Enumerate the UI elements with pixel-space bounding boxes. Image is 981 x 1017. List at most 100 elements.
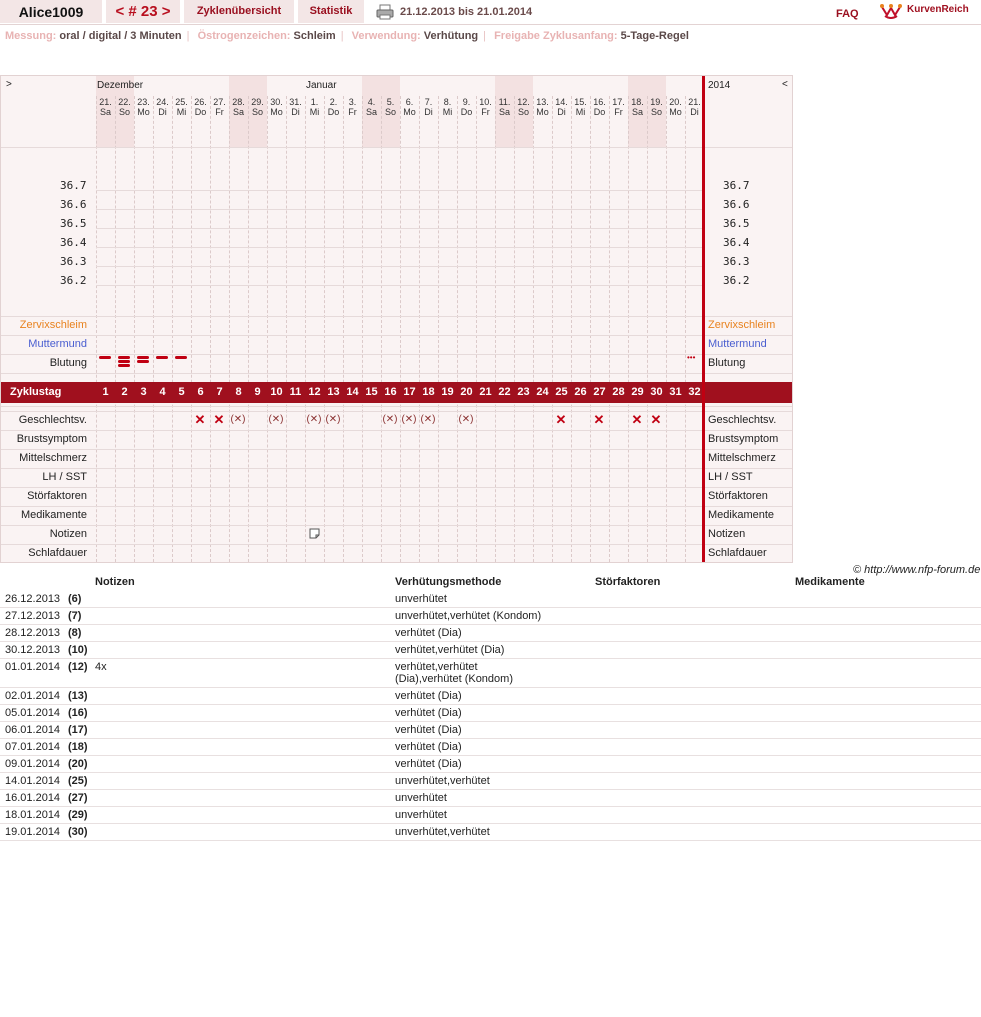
- intercourse-unprotected-mark[interactable]: ✕: [213, 413, 225, 426]
- day-header[interactable]: 23. Mo: [134, 97, 153, 117]
- bleeding-mark[interactable]: [118, 360, 130, 363]
- intercourse-unprotected-mark[interactable]: ✕: [650, 413, 662, 426]
- intercourse-unprotected-mark[interactable]: ✕: [593, 413, 605, 426]
- cycle-day-number[interactable]: 7: [210, 386, 229, 398]
- cycle-day-number[interactable]: 27: [590, 386, 609, 398]
- day-header[interactable]: 19. So: [647, 97, 666, 117]
- faq-link[interactable]: FAQ: [836, 8, 859, 20]
- day-header[interactable]: 31. Di: [286, 97, 305, 117]
- cycle-day-number[interactable]: 31: [666, 386, 685, 398]
- day-header[interactable]: 24. Di: [153, 97, 172, 117]
- chart-nav-left[interactable]: >: [6, 79, 12, 90]
- bleeding-mark[interactable]: [175, 356, 187, 359]
- cycle-day-number[interactable]: 14: [343, 386, 362, 398]
- intercourse-protected-mark[interactable]: (✕): [325, 414, 341, 426]
- notes-row: 09.01.2014 (20) verhütet (Dia): [0, 756, 981, 773]
- cycle-day-number[interactable]: 25: [552, 386, 571, 398]
- intercourse-protected-mark[interactable]: (✕): [306, 414, 322, 426]
- intercourse-unprotected-mark[interactable]: ✕: [631, 413, 643, 426]
- cycle-navigation[interactable]: < # 23 >: [106, 0, 180, 23]
- cycle-day-number[interactable]: 8: [229, 386, 248, 398]
- day-weekday: Do: [327, 107, 340, 117]
- cycle-day-number[interactable]: 11: [286, 386, 305, 398]
- cycle-day-number[interactable]: 5: [172, 386, 191, 398]
- cycle-day-number[interactable]: 23: [514, 386, 533, 398]
- cycle-day-number[interactable]: 29: [628, 386, 647, 398]
- intercourse-protected-mark[interactable]: (✕): [382, 414, 398, 426]
- cycle-day-number[interactable]: 20: [457, 386, 476, 398]
- intercourse-unprotected-mark[interactable]: ✕: [555, 413, 567, 426]
- day-header[interactable]: 4. Sa: [362, 97, 381, 117]
- day-header[interactable]: 28. Sa: [229, 97, 248, 117]
- cycle-day-number[interactable]: 28: [609, 386, 628, 398]
- cycle-day-number[interactable]: 10: [267, 386, 286, 398]
- day-header[interactable]: 26. Do: [191, 97, 210, 117]
- bleeding-mark[interactable]: [137, 356, 149, 359]
- day-header[interactable]: 10. Fr: [476, 97, 495, 117]
- day-header[interactable]: 9. Do: [457, 97, 476, 117]
- day-header[interactable]: 25. Mi: [172, 97, 191, 117]
- notes-row: 02.01.2014 (13) verhütet (Dia): [0, 688, 981, 705]
- day-header[interactable]: 29. So: [248, 97, 267, 117]
- day-header[interactable]: 21. Sa: [96, 97, 115, 117]
- tab-cycle-overview[interactable]: Zyklenübersicht: [184, 0, 294, 23]
- crown-logo-icon[interactable]: [880, 2, 902, 20]
- notes-method: unverhütet: [395, 809, 447, 821]
- day-header[interactable]: 18. Sa: [628, 97, 647, 117]
- cycle-day-number[interactable]: 15: [362, 386, 381, 398]
- cycle-day-number[interactable]: 19: [438, 386, 457, 398]
- cycle-day-number[interactable]: 2: [115, 386, 134, 398]
- intercourse-protected-mark[interactable]: (✕): [268, 414, 284, 426]
- intercourse-protected-mark[interactable]: (✕): [420, 414, 436, 426]
- cycle-day-number[interactable]: 24: [533, 386, 552, 398]
- day-header[interactable]: 13. Mo: [533, 97, 552, 117]
- day-header[interactable]: 8. Mi: [438, 97, 457, 117]
- intercourse-protected-mark[interactable]: (✕): [401, 414, 417, 426]
- day-header[interactable]: 16. Do: [590, 97, 609, 117]
- day-header[interactable]: 6. Mo: [400, 97, 419, 117]
- day-header[interactable]: 7. Di: [419, 97, 438, 117]
- day-header[interactable]: 17. Fr: [609, 97, 628, 117]
- bleeding-mark[interactable]: [156, 356, 168, 359]
- intercourse-protected-mark[interactable]: (✕): [230, 414, 246, 426]
- bleeding-mark[interactable]: [118, 356, 130, 359]
- intercourse-protected-mark[interactable]: (✕): [458, 414, 474, 426]
- cycle-day-number[interactable]: 18: [419, 386, 438, 398]
- cycle-day-number[interactable]: 1: [96, 386, 115, 398]
- day-header[interactable]: 27. Fr: [210, 97, 229, 117]
- note-icon[interactable]: [309, 528, 320, 539]
- temperature-label-right: 36.6: [723, 198, 750, 211]
- cycle-day-number[interactable]: 16: [381, 386, 400, 398]
- bleeding-mark[interactable]: [137, 360, 149, 363]
- day-header[interactable]: 30. Mo: [267, 97, 286, 117]
- day-header[interactable]: 22. So: [115, 97, 134, 117]
- tab-statistics[interactable]: Statistik: [298, 0, 364, 23]
- intercourse-unprotected-mark[interactable]: ✕: [194, 413, 206, 426]
- cycle-day-number[interactable]: 12: [305, 386, 324, 398]
- day-header[interactable]: 12. So: [514, 97, 533, 117]
- cycle-day-number[interactable]: 3: [134, 386, 153, 398]
- cycle-day-number[interactable]: 22: [495, 386, 514, 398]
- cycle-day-number[interactable]: 9: [248, 386, 267, 398]
- cycle-day-number[interactable]: 6: [191, 386, 210, 398]
- cycle-day-number[interactable]: 26: [571, 386, 590, 398]
- bleeding-mark[interactable]: [118, 364, 130, 367]
- day-header[interactable]: 14. Di: [552, 97, 571, 117]
- day-header[interactable]: 1. Mi: [305, 97, 324, 117]
- cycle-day-number[interactable]: 4: [153, 386, 172, 398]
- day-header[interactable]: 20. Mo: [666, 97, 685, 117]
- day-header[interactable]: 3. Fr: [343, 97, 362, 117]
- cycle-day-number[interactable]: 30: [647, 386, 666, 398]
- day-header[interactable]: 5. So: [381, 97, 400, 117]
- logo-text[interactable]: KurvenReich: [907, 4, 969, 15]
- bleeding-mark[interactable]: [99, 356, 111, 359]
- day-header[interactable]: 11. Sa: [495, 97, 514, 117]
- day-header[interactable]: 2. Do: [324, 97, 343, 117]
- cycle-day-number[interactable]: 21: [476, 386, 495, 398]
- cycle-day-number[interactable]: 17: [400, 386, 419, 398]
- chart-nav-right[interactable]: <: [782, 79, 788, 90]
- printer-icon[interactable]: [376, 4, 394, 20]
- cycle-day-number[interactable]: 13: [324, 386, 343, 398]
- bleeding-more-indicator[interactable]: •••: [687, 353, 695, 362]
- day-header[interactable]: 15. Mi: [571, 97, 590, 117]
